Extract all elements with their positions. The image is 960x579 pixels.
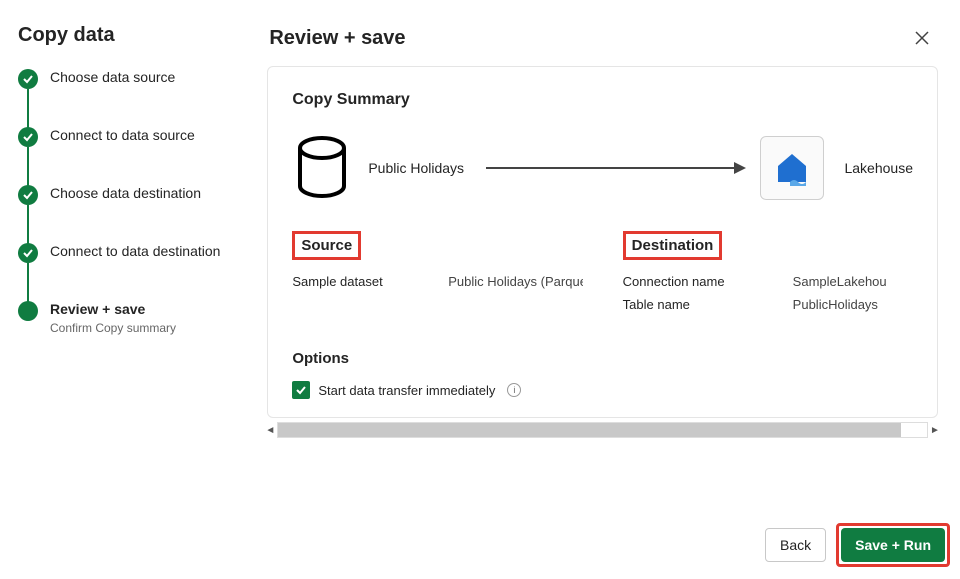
step-label: Connect to data source bbox=[50, 127, 195, 143]
checkmark-icon bbox=[295, 384, 307, 396]
step-sublabel: Confirm Copy summary bbox=[50, 321, 176, 335]
summary-panel: Copy Summary Public Holidays Lakeho bbox=[267, 66, 938, 418]
scroll-right-icon[interactable]: ► bbox=[928, 423, 942, 437]
options-heading: Options bbox=[292, 350, 913, 367]
destination-column: Destination Connection name SampleLakeho… bbox=[623, 231, 913, 320]
step-label: Review + save bbox=[50, 301, 176, 317]
option-start-transfer: Start data transfer immediately i bbox=[292, 381, 913, 399]
step-label: Choose data source bbox=[50, 69, 175, 85]
source-heading: Source bbox=[292, 231, 361, 260]
footer-actions: Back Save + Run bbox=[765, 523, 950, 567]
save-run-highlight: Save + Run bbox=[836, 523, 950, 567]
wizard-sidebar: Copy data Choose data source Connect to … bbox=[0, 0, 245, 579]
sidebar-title: Copy data bbox=[18, 24, 227, 47]
horizontal-scrollbar[interactable]: ◄ ► bbox=[263, 422, 942, 438]
lakehouse-icon bbox=[760, 136, 824, 200]
scroll-left-icon[interactable]: ◄ bbox=[263, 423, 277, 437]
check-icon bbox=[18, 185, 38, 205]
save-run-button[interactable]: Save + Run bbox=[841, 528, 945, 562]
copy-summary-heading: Copy Summary bbox=[292, 91, 913, 109]
back-button[interactable]: Back bbox=[765, 528, 826, 562]
summary-columns: Source Sample dataset Public Holidays (P… bbox=[292, 231, 913, 320]
database-icon bbox=[292, 133, 352, 203]
summary-flow: Public Holidays Lakehouse bbox=[292, 133, 913, 203]
step-connect-to-data-destination[interactable]: Connect to data destination bbox=[18, 243, 227, 301]
step-connect-to-data-source[interactable]: Connect to data source bbox=[18, 127, 227, 185]
source-column: Source Sample dataset Public Holidays (P… bbox=[292, 231, 582, 320]
kv-connection-name: Connection name SampleLakehou bbox=[623, 274, 913, 289]
check-icon bbox=[18, 243, 38, 263]
close-button[interactable] bbox=[908, 24, 936, 52]
current-step-icon bbox=[18, 301, 38, 321]
start-transfer-checkbox[interactable] bbox=[292, 381, 310, 399]
kv-table-name: Table name PublicHolidays bbox=[623, 297, 913, 312]
options-section: Options Start data transfer immediately … bbox=[292, 350, 913, 399]
destination-heading: Destination bbox=[623, 231, 723, 260]
step-label: Choose data destination bbox=[50, 185, 201, 201]
start-transfer-label: Start data transfer immediately bbox=[318, 383, 495, 398]
step-label: Connect to data destination bbox=[50, 243, 220, 259]
arrow-icon bbox=[486, 167, 744, 169]
info-icon[interactable]: i bbox=[507, 383, 521, 397]
step-choose-data-destination[interactable]: Choose data destination bbox=[18, 185, 227, 243]
main-panel: Review + save Copy Summary Public Holida… bbox=[245, 0, 960, 579]
kv-sample-dataset: Sample dataset Public Holidays (Parquet) bbox=[292, 274, 582, 289]
destination-name: Lakehouse bbox=[844, 160, 913, 176]
step-review-save[interactable]: Review + save Confirm Copy summary bbox=[18, 301, 227, 335]
wizard-steps: Choose data source Connect to data sourc… bbox=[18, 69, 227, 335]
page-title: Review + save bbox=[269, 27, 405, 50]
close-icon bbox=[914, 30, 930, 46]
check-icon bbox=[18, 127, 38, 147]
step-choose-data-source[interactable]: Choose data source bbox=[18, 69, 227, 127]
source-name: Public Holidays bbox=[368, 160, 464, 176]
check-icon bbox=[18, 69, 38, 89]
